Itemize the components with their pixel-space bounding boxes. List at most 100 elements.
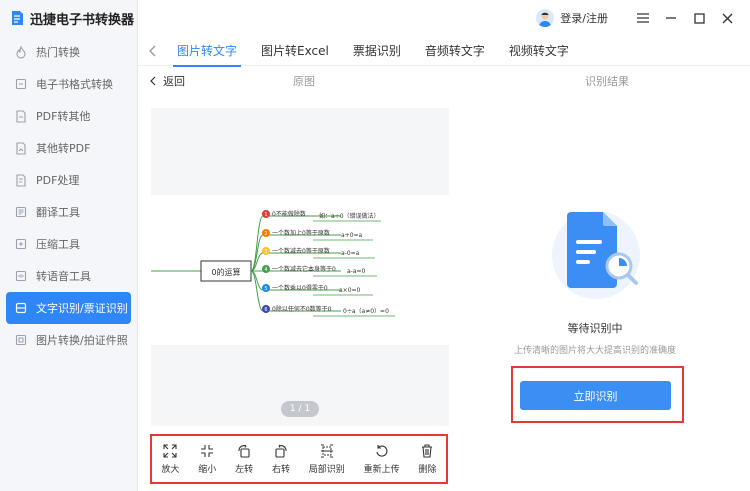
sidebar-item-label: 图片转换/拍证件照: [36, 334, 128, 347]
zoom-in-button[interactable]: 放大: [161, 443, 179, 475]
photo-icon: [14, 333, 28, 347]
partial-recognition-button[interactable]: 局部识别: [308, 443, 345, 475]
sidebar: 迅捷电子书转换器 热门转换 电子书格式转换 PDF转其他 其他转PDF PDF处…: [0, 0, 138, 491]
mindmap-center-label: 0的运算: [211, 267, 240, 277]
minimize-icon: [666, 17, 676, 19]
branch-number: 5: [264, 286, 267, 292]
branch-number: 4: [264, 267, 267, 273]
tab-audio-to-text[interactable]: 音频转文字: [416, 36, 494, 66]
pdf-process-icon: [14, 173, 28, 187]
brand: 迅捷电子书转换器: [0, 0, 137, 36]
translate-icon: [14, 205, 28, 219]
pdf-export-icon: [14, 109, 28, 123]
rotate-right-label: 右转: [271, 464, 290, 475]
back-label: 返回: [163, 75, 185, 88]
branch-extra: 如：a÷0（错误做法）: [319, 212, 380, 220]
tab-bar: 图片转文字 图片转Excel 票据识别 音频转文字 视频转文字: [138, 36, 750, 67]
preview-image: 0的运算 1 0不能做除数 如：a÷0（错误做法） 2 一个数加上0等于原数 a…: [151, 195, 449, 345]
login-label: 登录/注册: [560, 12, 608, 25]
rotate-left-label: 左转: [235, 464, 254, 475]
sidebar-item-label: PDF处理: [36, 174, 80, 187]
branch-extra: a+0=a: [341, 232, 363, 239]
branch-number: 2: [264, 231, 267, 237]
branch-number: 1: [264, 212, 267, 218]
zoom-out-label: 缩小: [198, 464, 217, 475]
delete-label: 删除: [418, 464, 437, 475]
minimize-button[interactable]: [660, 7, 682, 29]
reupload-label: 重新上传: [363, 464, 400, 475]
crop-icon: [320, 443, 333, 458]
delete-button[interactable]: 删除: [418, 443, 437, 475]
tab-image-to-text[interactable]: 图片转文字: [168, 36, 246, 67]
tab-image-to-excel[interactable]: 图片转Excel: [252, 36, 338, 66]
flame-icon: [14, 45, 28, 59]
avatar: [536, 9, 555, 27]
branch-number: 3: [264, 249, 267, 255]
sidebar-item-label: 翻译工具: [36, 206, 80, 219]
trash-icon: [422, 443, 433, 458]
status-hint: 上传清晰的图片将大大提高识别的准确度: [513, 346, 676, 356]
result-label: 识别结果: [585, 75, 629, 88]
sidebar-item-pdf-process[interactable]: PDF处理: [0, 164, 137, 196]
sidebar-item-speech[interactable]: 转语音工具: [0, 260, 137, 292]
title-bar: 登录/注册: [138, 0, 750, 36]
expand-icon: [163, 443, 177, 458]
sidebar-item-pdf-import[interactable]: 其他转PDF: [0, 132, 137, 164]
maximize-button[interactable]: [688, 7, 710, 29]
shrink-icon: [201, 444, 214, 457]
sidebar-item-hot[interactable]: 热门转换: [0, 36, 137, 68]
status-title: 等待识别中: [567, 322, 623, 335]
branch-text: 一个数减去0等于原数: [272, 247, 330, 255]
rotate-right-button[interactable]: 右转: [272, 444, 290, 475]
sidebar-item-label: 转语音工具: [36, 270, 91, 283]
sidebar-item-translate[interactable]: 翻译工具: [0, 196, 137, 228]
chevron-left-icon: [150, 76, 156, 86]
branch-extra: 0÷a（a≠0）=0: [343, 308, 389, 315]
sub-header: 返回 原图 识别结果: [138, 66, 750, 96]
app-title: 迅捷电子书转换器: [30, 12, 135, 28]
original-image-label: 原图: [293, 75, 315, 88]
tab-receipt-recognition[interactable]: 票据识别: [344, 36, 410, 66]
tab-back-button[interactable]: [138, 45, 168, 57]
branch-text: 0不能做除数: [272, 210, 306, 218]
sidebar-item-compress[interactable]: 压缩工具: [0, 228, 137, 260]
compress-icon: [14, 237, 28, 251]
rotate-left-button[interactable]: 左转: [235, 444, 253, 475]
reupload-button[interactable]: 重新上传: [364, 444, 400, 475]
login-button[interactable]: 登录/注册: [536, 9, 608, 27]
branch-text: 一个数加上0等于原数: [272, 229, 330, 237]
book-convert-icon: [14, 77, 28, 91]
sidebar-item-label: 热门转换: [36, 46, 80, 59]
back-button[interactable]: 返回: [150, 73, 185, 89]
sidebar-item-label: 其他转PDF: [36, 142, 91, 155]
close-button[interactable]: [716, 7, 738, 29]
recognize-now-button[interactable]: 立即识别: [520, 381, 671, 410]
sidebar-item-photo[interactable]: 图片转换/拍证件照: [0, 324, 137, 356]
rotate-left-icon: [238, 444, 250, 458]
page-indicator: 1 / 1: [281, 401, 319, 417]
app-logo-icon: [12, 11, 23, 25]
close-icon: [722, 13, 732, 23]
zoom-out-button[interactable]: 缩小: [198, 444, 216, 475]
branch-text: 0除以任何不0数等于0: [272, 305, 332, 313]
sidebar-item-ebook-convert[interactable]: 电子书格式转换: [0, 68, 137, 100]
pdf-import-icon: [14, 141, 28, 155]
sidebar-item-pdf-export[interactable]: PDF转其他: [0, 100, 137, 132]
branch-extra: a-0=a: [341, 250, 360, 257]
refresh-icon: [376, 444, 388, 457]
menu-icon: [637, 13, 649, 23]
tab-video-to-text[interactable]: 视频转文字: [500, 36, 578, 66]
sidebar-item-ocr[interactable]: 文字识别/票证识别: [6, 292, 131, 324]
image-preview: 0的运算 1 0不能做除数 如：a÷0（错误做法） 2 一个数加上0等于原数 a…: [151, 108, 449, 426]
sidebar-nav: 热门转换 电子书格式转换 PDF转其他 其他转PDF PDF处理 翻译工具 压缩…: [0, 36, 137, 356]
sidebar-item-label: PDF转其他: [36, 110, 91, 123]
menu-button[interactable]: [632, 7, 654, 29]
partial-recognition-label: 局部识别: [308, 464, 345, 475]
document-search-icon: [552, 211, 640, 299]
sidebar-item-label: 文字识别/票证识别: [36, 302, 128, 315]
image-toolbar: 放大 缩小 左转 右转 局部识别 重新上传 删除: [150, 434, 448, 484]
sidebar-item-label: 电子书格式转换: [36, 78, 113, 91]
ocr-icon: [14, 301, 28, 315]
mindmap-image: 0的运算 1 0不能做除数 如：a÷0（错误做法） 2 一个数加上0等于原数 a…: [151, 210, 395, 317]
sidebar-item-label: 压缩工具: [36, 238, 80, 251]
